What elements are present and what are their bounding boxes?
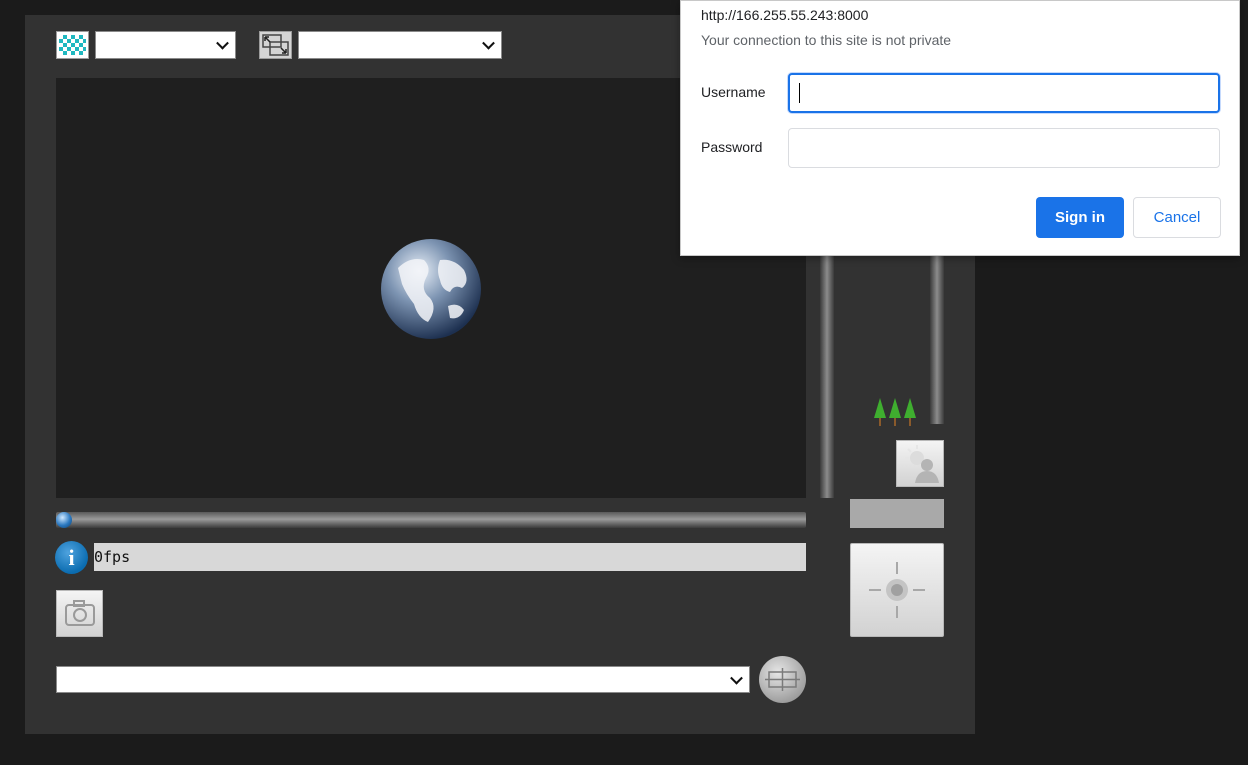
snapshot-button[interactable] [56,590,103,637]
preset-select[interactable] [56,666,750,693]
zoom-slider[interactable] [820,256,834,498]
chevron-down-icon [482,36,495,50]
password-label: Password [701,139,763,155]
username-label: Username [701,84,766,100]
text-caret [799,83,800,103]
checker-grid-icon[interactable] [56,31,89,59]
password-field[interactable] [788,128,1220,168]
resize-arrows-icon[interactable] [259,31,292,59]
focus-slider[interactable] [930,256,944,424]
cancel-button[interactable]: Cancel [1133,197,1221,238]
speed-bar[interactable] [850,499,944,528]
chevron-down-icon [730,671,743,685]
sign-in-dialog: http://166.255.55.243:8000 Your connecti… [680,0,1240,256]
chevron-down-icon [216,36,229,50]
globe-icon [381,239,481,339]
fps-status: 0fps [94,543,806,571]
slider-knob[interactable] [56,512,72,528]
size-select[interactable] [298,31,502,59]
backlight-person-icon [905,445,939,483]
dialog-url: http://166.255.55.243:8000 [701,7,869,23]
playback-slider[interactable] [56,512,806,528]
stream-select[interactable] [95,31,236,59]
trees-icon[interactable] [872,396,918,428]
ptz-home-button[interactable] [850,543,944,637]
crosshair-frame-icon [765,668,800,691]
info-icon[interactable]: i [55,541,88,574]
fullscreen-button[interactable] [759,656,806,703]
camera-icon [65,600,95,626]
ptz-home-icon [869,562,925,618]
backlight-button[interactable] [896,440,944,487]
sign-in-button[interactable]: Sign in [1036,197,1124,238]
privacy-warning: Your connection to this site is not priv… [701,32,952,48]
username-field[interactable] [788,73,1220,113]
